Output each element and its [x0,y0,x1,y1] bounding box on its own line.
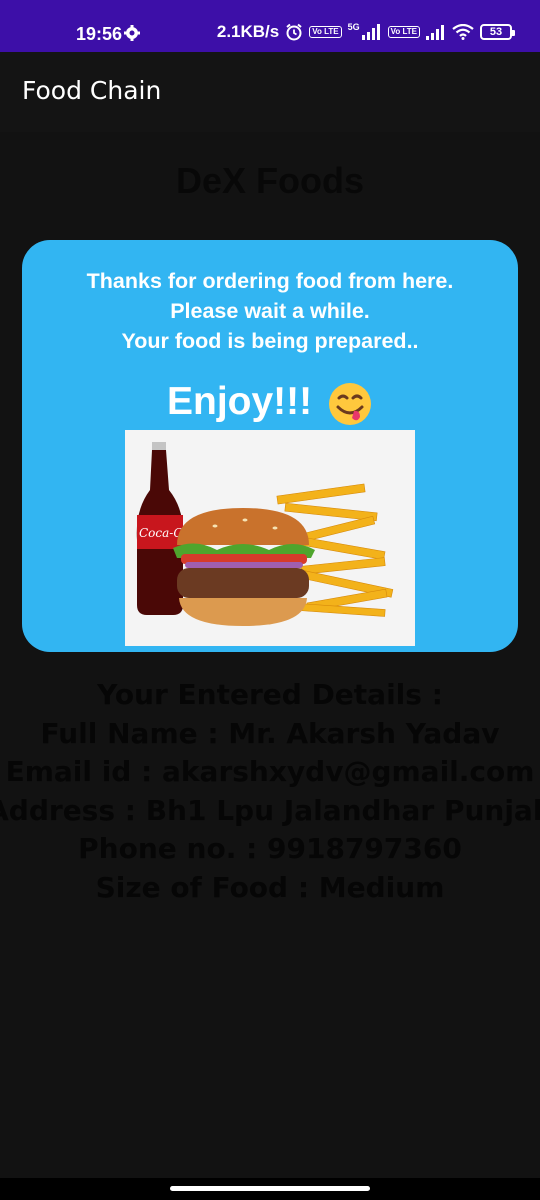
alarm-icon [286,23,302,41]
status-bar: 19:56 2.1KB/s Vo LTE 5G Vo LTE 53 [0,0,540,52]
burger [173,508,315,626]
brand-heading: DeX Foods [175,160,364,201]
details-full-name: Full Name : Mr. Akarsh Yadav [40,716,500,750]
dialog-line-3: Your food is being prepared.. [121,329,419,353]
status-right-group: 2.1KB/s Vo LTE 5G Vo LTE 53 [216,22,515,42]
dialog-message: Thanks for ordering food from here. Plea… [22,266,518,356]
signal-icon-2 [426,25,444,40]
home-gesture-handle[interactable] [170,1186,370,1191]
details-address: Address : Bh1 Lpu Jalandhar Punjab [0,793,540,827]
details-size: Size of Food : Medium [95,870,445,904]
battery-icon: 53 [480,24,515,40]
order-confirmation-dialog: Thanks for ordering food from here. Plea… [22,240,518,652]
entered-details: Your Entered Details : Full Name : Mr. A… [0,676,540,908]
enjoy-text: Enjoy!!! [167,380,313,423]
dialog-line-2: Please wait a while. [170,299,370,323]
wifi-icon [452,24,474,40]
face-savoring-food-icon [329,382,371,425]
status-time: 19:56 [76,24,123,44]
volte-badge-1: Vo LTE [309,26,342,38]
volte-badge-2: Vo LTE [387,26,420,38]
details-header: Your Entered Details : [97,678,443,711]
burger-cola-fries-image: Coca-Cola [125,430,415,646]
navigation-bar [0,1178,540,1200]
app-title: Food Chain [22,76,162,105]
network-speed: 2.1KB/s [216,22,280,41]
details-email: Email id : akarshxydv@gmail.com [5,755,535,789]
dialog-line-1: Thanks for ordering food from here. [86,269,454,293]
app-bar: Food Chain [0,52,540,132]
network-type: 5G [347,22,360,32]
details-phone: Phone no. : 9918797360 [78,832,462,866]
signal-icon [361,24,380,40]
gear-icon [124,25,140,41]
enjoy-line: Enjoy!!! [22,380,518,427]
